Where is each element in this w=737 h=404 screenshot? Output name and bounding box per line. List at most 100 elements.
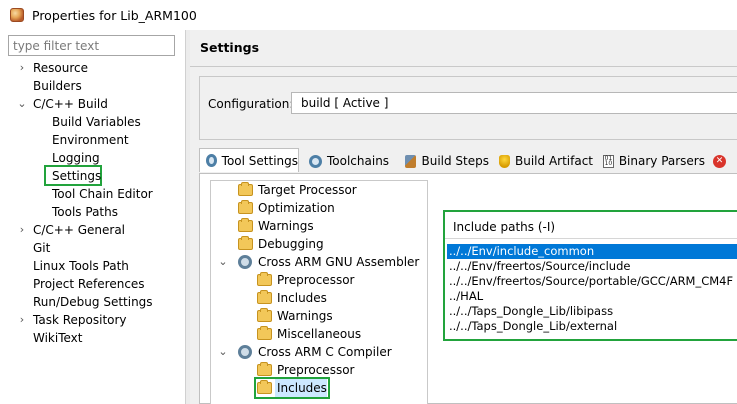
nav-item-settings[interactable]: Settings [0,165,185,186]
left-panel: › Resource Builders ⌄ C/C++ Build Build … [0,30,185,404]
tree-item-optimization[interactable]: Optimization [211,199,427,217]
folder-icon [238,236,253,250]
nav-item-tools-paths[interactable]: Tools Paths [0,203,185,221]
nav-item-builders[interactable]: Builders [0,77,185,95]
tree-item-assembler-warnings[interactable]: Warnings [211,307,427,325]
chevron-down-icon[interactable]: ⌄ [218,253,228,271]
tab-label: Toolchains [327,154,390,168]
tab-tool-settings[interactable]: Tool Settings [199,148,299,172]
configuration-group: Configuration: build [ Active ] [199,76,737,140]
tab-label: Build Artifact [515,154,593,168]
nav-item-project-references[interactable]: Project References [0,275,185,293]
tab-toolchains[interactable]: Toolchains [303,150,395,172]
tab-binary-parsers[interactable]: 01 10 Binary Parsers [597,150,705,172]
configuration-label: Configuration: [208,97,294,111]
folder-icon [257,308,272,322]
title-bar: Properties for Lib_ARM100 [0,0,737,30]
include-path-item[interactable]: ../../Env/freertos/Source/include [447,259,737,274]
folder-icon [257,290,272,304]
highlight-box [254,377,330,399]
folder-icon [257,326,272,340]
include-path-item[interactable]: ../HAL [447,289,737,304]
tree-item-label: Warnings [258,219,314,233]
tab-label: Tool Settings [221,153,298,168]
tree-item-cross-arm-c-compiler[interactable]: ⌄ Cross ARM C Compiler [211,343,427,361]
tree-item-cross-arm-gnu-assembler[interactable]: ⌄ Cross ARM GNU Assembler [211,253,427,271]
right-panel: Settings Configuration: build [ Active ]… [190,30,737,404]
nav-item-wikitext[interactable]: WikiText [0,329,185,347]
filter-input[interactable] [8,35,175,56]
nav-item-tool-chain-editor[interactable]: Tool Chain Editor [0,185,185,203]
chevron-right-icon[interactable]: › [17,311,27,329]
property-tree: › Resource Builders ⌄ C/C++ Build Build … [0,59,185,347]
nav-item-label: Git [33,241,51,255]
include-path-item[interactable]: ../../Taps_Dongle_Lib/external [447,319,737,334]
nav-item-cpp-general[interactable]: › C/C++ General [0,221,185,239]
tree-item-assembler-preprocessor[interactable]: Preprocessor [211,271,427,289]
tree-item-debugging[interactable]: Debugging [211,235,427,253]
tree-item-label: Warnings [277,309,333,323]
tab-build-artifact[interactable]: Build Artifact [493,150,593,172]
tab-label: Binary Parsers [618,154,705,168]
nav-item-label: Linux Tools Path [33,259,129,273]
chevron-down-icon[interactable]: ⌄ [218,343,228,361]
include-path-item[interactable]: ../../Taps_Dongle_Lib/libipass [447,304,737,319]
chevron-right-icon[interactable]: › [17,221,27,239]
tree-item-label: Target Processor [258,183,357,197]
nav-item-label: Tools Paths [52,205,118,219]
chevron-down-icon[interactable]: ⌄ [17,95,27,113]
gear-icon [238,345,252,359]
app-icon [10,8,24,22]
configuration-select[interactable]: build [ Active ] [291,92,737,114]
trophy-icon [499,154,510,168]
nav-item-git[interactable]: Git [0,239,185,257]
gear-icon [238,255,252,269]
tree-item-compiler-includes[interactable]: Includes [211,377,427,399]
tree-item-warnings[interactable]: Warnings [211,217,427,235]
tree-item-label: Debugging [258,237,324,251]
folder-icon [238,182,253,196]
tree-item-assembler-miscellaneous[interactable]: Miscellaneous [211,325,427,343]
tree-item-label: Cross ARM C Compiler [258,345,392,359]
tab-error-parsers[interactable]: ✕ [707,150,731,172]
folder-icon [238,218,253,232]
nav-item-resource[interactable]: › Resource [0,59,185,77]
nav-item-cpp-build[interactable]: ⌄ C/C++ Build [0,95,185,113]
tree-item-label: Preprocessor [277,273,355,287]
nav-item-label: Resource [33,61,89,75]
nav-item-run-debug-settings[interactable]: Run/Debug Settings [0,293,185,311]
tool-settings-panel: Target Processor Optimization Warnings D… [199,173,737,404]
tree-item-label: Cross ARM GNU Assembler [258,255,420,269]
nav-item-label: Builders [33,79,82,93]
nav-item-build-variables[interactable]: Build Variables [0,113,185,131]
nav-item-label: Run/Debug Settings [33,295,153,309]
error-icon: ✕ [713,154,726,168]
tree-item-label: Miscellaneous [277,327,362,341]
binary-icon: 01 10 [603,154,614,168]
build-steps-icon [405,154,417,168]
nav-item-task-repository[interactable]: › Task Repository [0,311,185,329]
nav-item-label: C/C++ General [33,223,126,237]
nav-item-label: Settings [52,169,102,183]
nav-item-label: WikiText [33,331,83,345]
nav-item-linux-tools-path[interactable]: Linux Tools Path [0,257,185,275]
tree-item-label: Optimization [258,201,335,215]
folder-icon [238,200,253,214]
include-path-item[interactable]: ../../Env/freertos/Source/portable/GCC/A… [447,274,737,289]
tab-bar: Tool Settings Toolchains Build Steps Bui… [199,148,737,172]
folder-icon [257,362,272,376]
nav-item-environment[interactable]: Environment [0,131,185,149]
include-paths-group: Include paths (-I) ../../Env/include_com… [443,210,737,341]
folder-icon [257,272,272,286]
chevron-right-icon[interactable]: › [17,59,27,77]
tree-item-assembler-includes[interactable]: Includes [211,289,427,307]
include-paths-header: Include paths (-I) [453,220,556,234]
include-path-item[interactable]: ../../Env/include_common [447,244,737,259]
include-paths-list[interactable]: ../../Env/include_common ../../Env/freer… [447,244,737,334]
tree-item-target-processor[interactable]: Target Processor [211,181,427,199]
divider [190,66,737,67]
nav-item-label: Environment [52,133,129,147]
page-title: Settings [200,40,260,55]
nav-item-label: C/C++ Build [33,97,108,111]
tab-build-steps[interactable]: Build Steps [399,150,489,172]
